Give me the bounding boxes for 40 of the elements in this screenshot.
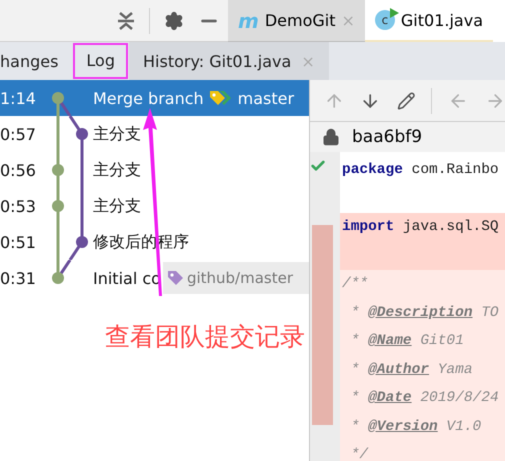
- commit-row[interactable]: 0:56 主分支: [0, 152, 309, 188]
- code-line: *@Author Yama: [350, 360, 474, 380]
- edit-icon[interactable]: [396, 90, 416, 110]
- commit-time: 0:56: [0, 160, 37, 180]
- commit-time: 0:51: [0, 232, 37, 252]
- commit-message: 修改后的程序: [93, 232, 189, 252]
- commit-time: 0:31: [0, 268, 37, 288]
- logo: m: [238, 8, 259, 32]
- branch-label: github/master: [162, 262, 309, 294]
- commit-time: 0:57: [0, 124, 37, 144]
- panel-tab[interactable]: hanges: [0, 42, 72, 80]
- code-line: *@Version V1.0: [350, 418, 482, 436]
- panel-tab[interactable]: History: Git01.java ×: [129, 42, 329, 80]
- panel-tab[interactable]: Log: [72, 42, 129, 80]
- code-line: *@Name Git01: [350, 332, 465, 351]
- code-line: *@Description TO: [350, 304, 500, 322]
- editor-tab[interactable]: m DemoGit ×: [228, 0, 365, 42]
- annotation-text: 查看团队提交记录: [105, 321, 305, 353]
- commit-message: 主分支: [93, 160, 141, 180]
- branch-label: master: [238, 88, 294, 108]
- commit-row[interactable]: 0:57 主分支: [0, 116, 309, 152]
- code-line: */: [350, 446, 370, 461]
- commit-message: Merge branch: [93, 88, 204, 108]
- commit-row[interactable]: 1:14 Merge branch master: [0, 80, 309, 116]
- commit-time: 1:14: [0, 88, 37, 108]
- commit-row[interactable]: 0:53 主分支: [0, 188, 309, 224]
- commit-message: 主分支: [93, 196, 141, 216]
- commit-time: 0:53: [0, 196, 37, 216]
- code-line: import java.sql.SQ: [341, 218, 500, 237]
- collapse-icon[interactable]: [117, 10, 135, 30]
- code-line: package com.Rainbo: [341, 161, 500, 180]
- code-line: *@Date 2019/8/24: [350, 389, 500, 408]
- commit-message: 主分支: [93, 124, 141, 144]
- code-line: /**: [341, 275, 370, 294]
- commit-row[interactable]: 0:51 修改后的程序: [0, 224, 309, 260]
- tag-icon: [208, 89, 234, 107]
- lock-icon: [322, 128, 340, 146]
- tag-icon: [166, 269, 184, 287]
- settings-icon[interactable]: [164, 10, 184, 30]
- commit-hash: baa6bf9: [352, 127, 422, 147]
